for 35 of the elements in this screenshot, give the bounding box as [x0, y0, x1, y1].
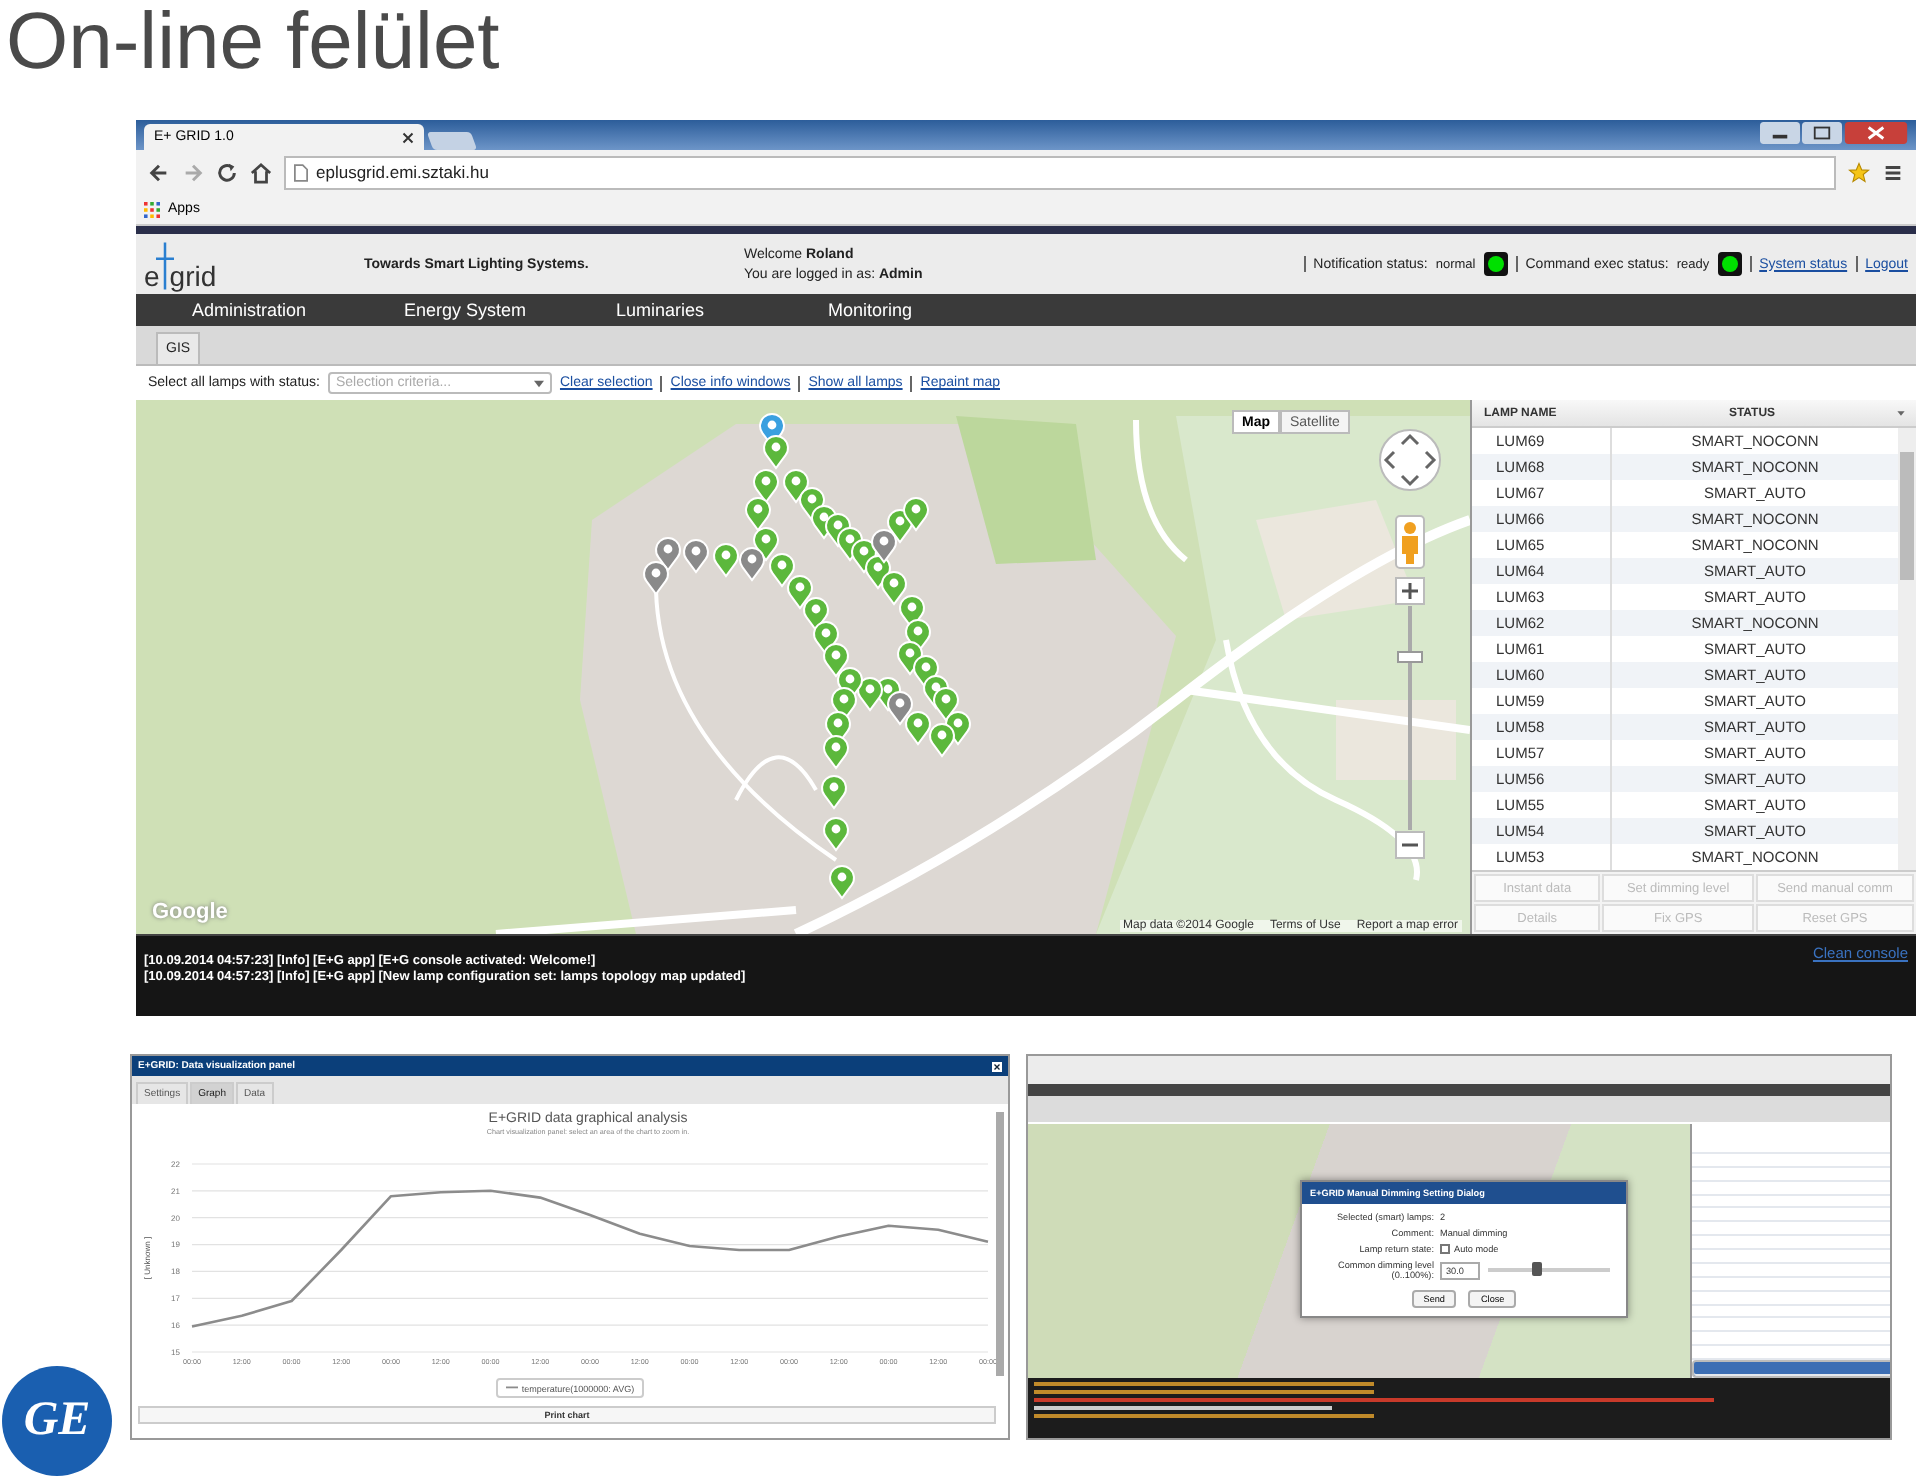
legend-line-icon	[505, 1386, 518, 1390]
star-icon[interactable]	[1848, 161, 1870, 183]
apps-grid-icon	[144, 201, 160, 217]
maximize-icon[interactable]	[1802, 122, 1842, 144]
home-icon[interactable]	[250, 161, 272, 183]
brand-logo: GE	[2, 1366, 112, 1476]
scrollbar[interactable]	[1898, 428, 1916, 871]
menu-item[interactable]: Administration	[192, 300, 404, 320]
scrollbar[interactable]	[996, 1112, 1004, 1376]
page-icon	[294, 163, 308, 181]
new-tab-button[interactable]	[426, 132, 478, 150]
status-indicator	[1483, 252, 1508, 276]
app-logo: e grid	[144, 238, 364, 290]
menu-item[interactable]: Energy System	[404, 300, 616, 320]
status-indicator	[1717, 252, 1742, 276]
address-bar[interactable]: eplusgrid.emi.sztaki.hu	[284, 155, 1836, 189]
pan-control-icon[interactable]	[1379, 429, 1441, 491]
reload-icon[interactable]	[216, 161, 238, 183]
back-arrow-icon[interactable]	[148, 161, 170, 183]
map-provider-logo: Google	[152, 900, 228, 924]
slide-title: On-line felület	[4, 0, 500, 90]
checkbox[interactable]	[1440, 1244, 1450, 1254]
cross-icon	[155, 242, 174, 290]
menu-item[interactable]: Luminaries	[616, 300, 828, 320]
menu-item[interactable]: Monitoring	[828, 300, 1040, 320]
zoom-out-button[interactable]	[1395, 831, 1425, 859]
slider-thumb[interactable]	[1531, 1262, 1542, 1276]
zoom-in-button[interactable]	[1395, 577, 1425, 605]
lamp-markers-drawing[interactable]	[643, 413, 971, 899]
close-icon[interactable]	[402, 131, 414, 143]
close-icon[interactable]	[992, 1061, 1002, 1071]
caret-icon	[533, 379, 544, 387]
minimize-icon[interactable]	[1760, 122, 1800, 144]
zoom-slider-handle[interactable]	[1397, 651, 1423, 663]
menu-icon[interactable]	[1882, 161, 1904, 183]
